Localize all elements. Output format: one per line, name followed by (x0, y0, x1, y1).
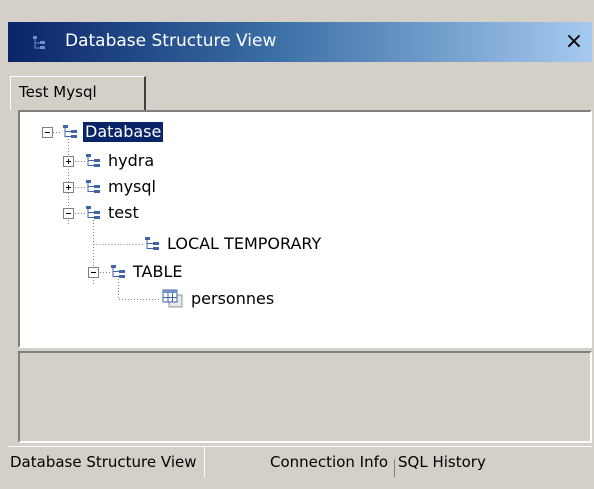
collapse-toggle-icon[interactable] (42, 127, 53, 138)
tree-node-test[interactable]: test (85, 201, 141, 225)
expand-toggle-icon[interactable] (63, 156, 74, 167)
tree-node-label: LOCAL TEMPORARY (167, 234, 322, 253)
tab-test-mysql[interactable]: Test Mysql (10, 76, 146, 110)
tree-node-database[interactable]: Database (62, 120, 164, 144)
title-bar[interactable]: Database Structure View × (8, 22, 592, 62)
tab-connection-info[interactable]: Connection Info (270, 447, 388, 477)
tree-node-mysql[interactable]: mysql (85, 175, 158, 199)
tab-database-structure-view[interactable]: Database Structure View (8, 447, 206, 477)
tree-node-label: hydra (108, 151, 155, 170)
tree-node-local-temporary[interactable]: LOCAL TEMPORARY (144, 232, 323, 256)
schema-icon (144, 236, 160, 252)
database-tree[interactable]: Database hydra mysql test LOCAL TEMPORAR… (18, 110, 592, 348)
expand-toggle-icon[interactable] (63, 182, 74, 193)
tree-node-label: TABLE (133, 262, 183, 281)
schema-icon (110, 264, 126, 280)
collapse-toggle-icon[interactable] (63, 208, 74, 219)
table-icon (162, 289, 184, 309)
view-tabs: Database Structure View Connection Info … (8, 446, 592, 479)
close-icon[interactable]: × (561, 27, 587, 57)
tree-node-personnes[interactable]: personnes (162, 287, 276, 311)
schema-icon (85, 205, 101, 221)
tree-node-label: Database (83, 122, 164, 142)
schema-icon (85, 153, 101, 169)
tab-sql-history[interactable]: SQL History (398, 447, 486, 477)
tree-guide-lines (53, 132, 161, 300)
details-panel (18, 351, 592, 443)
window-title: Database Structure View (65, 31, 277, 51)
view-icon (32, 35, 46, 55)
tree-node-label: test (108, 203, 139, 222)
tree-node-table[interactable]: TABLE (110, 260, 184, 284)
schema-icon (62, 124, 78, 140)
collapse-toggle-icon[interactable] (88, 267, 99, 278)
database-structure-view-panel: Database Structure View × Test Mysql Dat… (8, 12, 592, 478)
schema-icon (85, 179, 101, 195)
connection-tabs: Test Mysql (8, 64, 592, 110)
tab-separator (394, 459, 395, 477)
tree-node-hydra[interactable]: hydra (85, 149, 156, 173)
tree-node-label: mysql (108, 177, 156, 196)
tree-node-label: personnes (191, 289, 275, 308)
